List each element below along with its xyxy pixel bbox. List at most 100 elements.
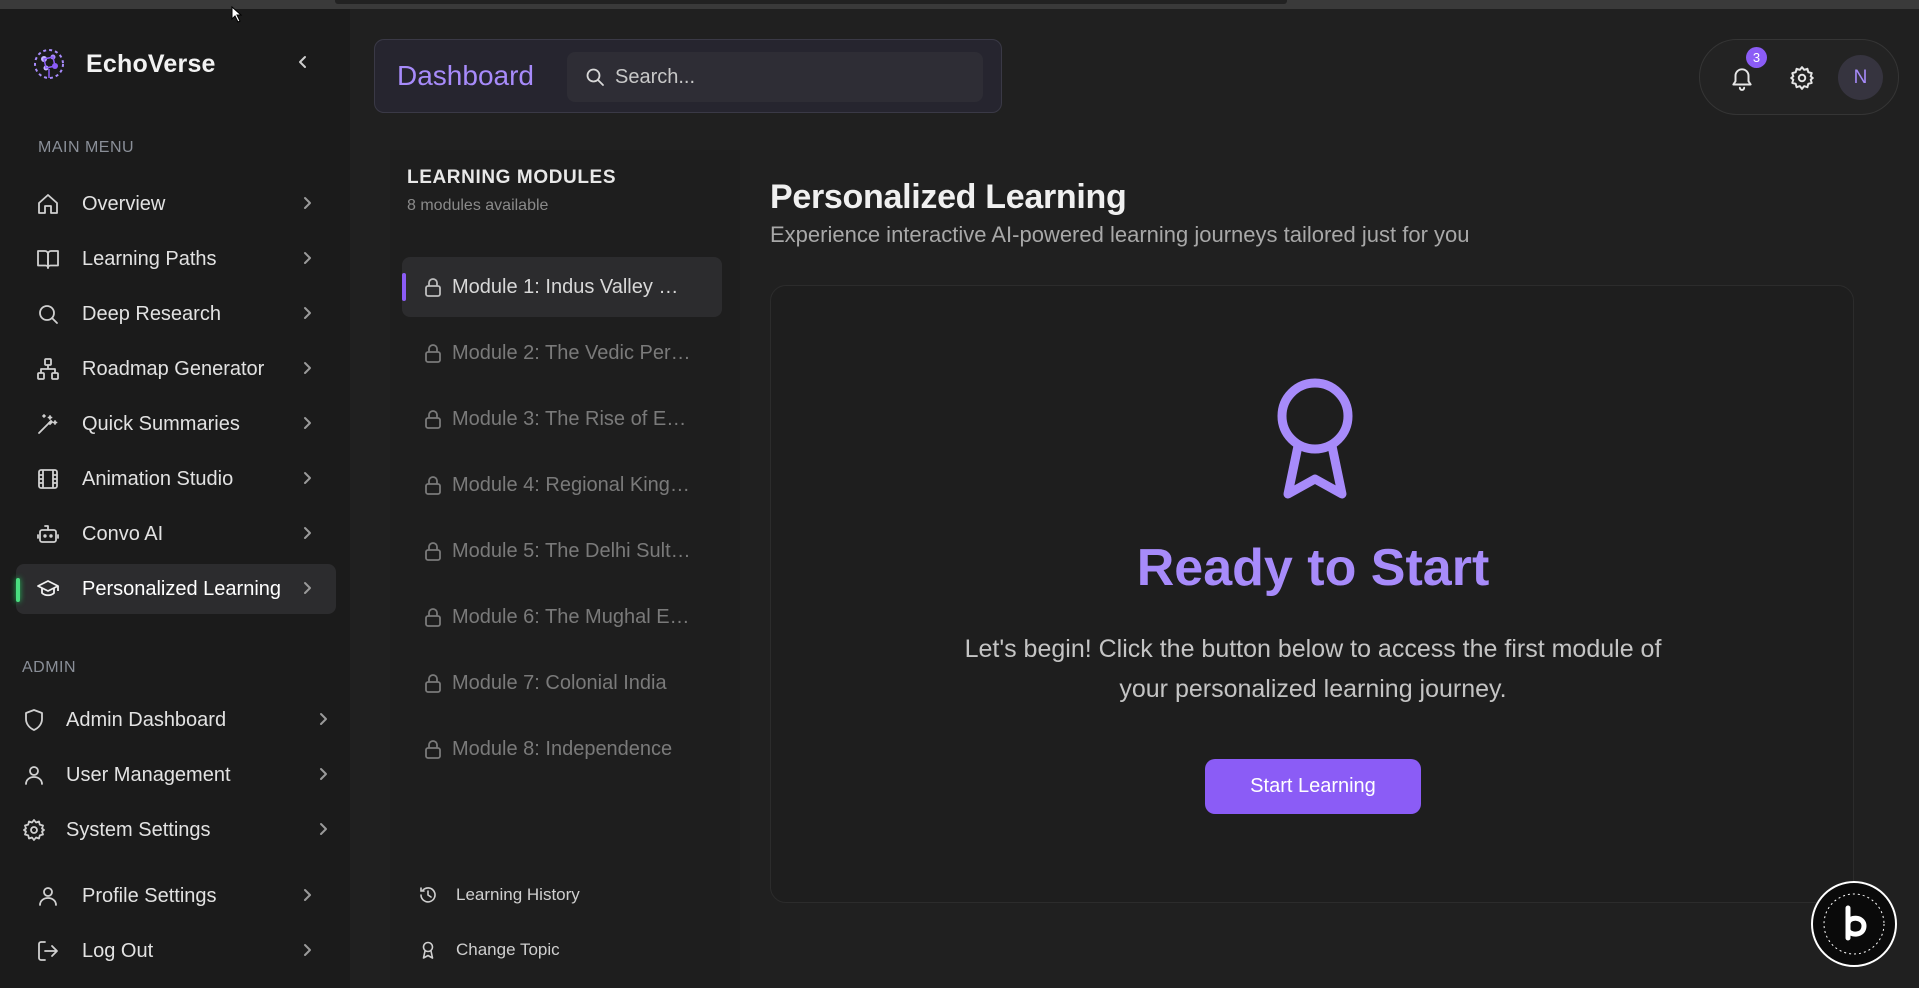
module-label: Module 8: Independence bbox=[452, 738, 673, 760]
sidebar-item-label: Quick Summaries bbox=[82, 413, 240, 435]
chevron-right-icon bbox=[304, 527, 311, 539]
module-item[interactable]: Module 5: The Delhi Sultanate bbox=[402, 521, 722, 581]
sidebar-item-label: Admin Dashboard bbox=[66, 709, 227, 731]
search-input[interactable] bbox=[615, 52, 965, 102]
lock-icon bbox=[425, 410, 441, 429]
bell-icon bbox=[1732, 68, 1752, 91]
main-menu-label: MAIN MENU bbox=[38, 139, 135, 156]
chevron-right-icon bbox=[304, 307, 311, 319]
lock-icon bbox=[425, 344, 441, 363]
notification-count-badge: 3 bbox=[1746, 47, 1767, 68]
start-card: Ready to Start Let's begin! Click the bu… bbox=[770, 285, 1854, 903]
module-item[interactable]: Module 1: Indus Valley Civilization bbox=[402, 257, 722, 317]
module-item[interactable]: Module 4: Regional Kingdoms bbox=[402, 455, 722, 515]
start-learning-button[interactable]: Start Learning bbox=[1205, 759, 1421, 814]
header-actions: 3 N bbox=[1699, 39, 1899, 115]
sidebar-item-personalized-learning[interactable]: Personalized Learning bbox=[16, 564, 336, 614]
shield-icon bbox=[25, 709, 43, 731]
module-label: Module 5: The Delhi Sultanate bbox=[452, 540, 692, 562]
magic-wand-icon bbox=[38, 414, 58, 434]
sidebar-item-label: Personalized Learning bbox=[82, 578, 282, 600]
sidebar-item-label: System Settings bbox=[66, 819, 211, 841]
chevron-right-icon bbox=[304, 472, 311, 484]
brand-name: EchoVerse bbox=[86, 49, 216, 78]
module-label: Module 6: The Mughal Empire bbox=[452, 606, 692, 628]
chevron-right-icon bbox=[320, 713, 327, 725]
sidebar-item-label: Overview bbox=[82, 193, 166, 215]
search-icon bbox=[586, 68, 604, 86]
mouse-cursor-icon bbox=[231, 5, 243, 23]
module-item[interactable]: Module 2: The Vedic Period bbox=[402, 323, 722, 383]
sidebar-item-overview[interactable]: Overview bbox=[16, 179, 336, 229]
collapse-sidebar-button[interactable] bbox=[290, 49, 316, 75]
sidebar: EchoVerse MAIN MENU Overview Learning Pa… bbox=[0, 9, 350, 988]
film-icon bbox=[38, 469, 58, 489]
sidebar-item-learning-paths[interactable]: Learning Paths bbox=[16, 234, 336, 284]
award-ribbon-icon bbox=[1277, 378, 1353, 499]
sidebar-item-profile-settings[interactable]: Profile Settings bbox=[16, 871, 336, 921]
graduation-cap-icon bbox=[37, 580, 59, 597]
modules-title: LEARNING MODULES bbox=[407, 167, 617, 188]
settings-button[interactable] bbox=[1782, 58, 1822, 98]
chevron-right-icon bbox=[304, 417, 311, 429]
sidebar-item-user-management[interactable]: User Management bbox=[16, 750, 336, 800]
ready-heading: Ready to Start bbox=[1136, 539, 1490, 597]
sidebar-item-system-settings[interactable]: System Settings bbox=[16, 805, 336, 855]
change-topic-label: Change Topic bbox=[456, 940, 560, 959]
search-box[interactable] bbox=[567, 52, 983, 102]
module-label: Module 7: Colonial India bbox=[452, 672, 667, 694]
header-bar: Dashboard bbox=[374, 39, 1002, 113]
sidebar-item-label: Deep Research bbox=[82, 303, 221, 325]
chevron-right-icon bbox=[304, 252, 311, 264]
book-open-icon bbox=[37, 250, 59, 269]
module-item[interactable]: Module 8: Independence bbox=[402, 719, 722, 779]
brand[interactable]: EchoVerse bbox=[30, 45, 216, 83]
sidebar-item-label: Convo AI bbox=[82, 523, 164, 545]
ready-description-line: Let's begin! Click the button below to a… bbox=[964, 635, 1662, 663]
chevron-right-icon bbox=[320, 823, 327, 835]
chevron-right-icon bbox=[304, 362, 311, 374]
avatar[interactable]: N bbox=[1838, 55, 1883, 100]
chevron-right-icon bbox=[304, 889, 311, 901]
home-icon bbox=[38, 194, 58, 214]
lock-icon bbox=[425, 674, 441, 693]
chevron-right-icon bbox=[320, 768, 327, 780]
lock-icon bbox=[425, 740, 441, 759]
page-title[interactable]: Dashboard bbox=[397, 60, 534, 92]
module-item[interactable]: Module 3: The Rise of Empires bbox=[402, 389, 722, 449]
sidebar-item-log-out[interactable]: Log Out bbox=[16, 926, 336, 976]
bolt-badge-logo[interactable] bbox=[1810, 880, 1898, 968]
sidebar-item-label: User Management bbox=[66, 764, 231, 786]
admin-section-label: ADMIN bbox=[22, 659, 77, 676]
sidebar-item-animation-studio[interactable]: Animation Studio bbox=[16, 454, 336, 504]
sidebar-item-label: Animation Studio bbox=[82, 468, 234, 490]
gear-icon bbox=[1790, 66, 1814, 90]
browser-top-strip bbox=[0, 0, 1919, 9]
sidebar-item-label: Log Out bbox=[82, 940, 154, 962]
sidebar-item-convo-ai[interactable]: Convo AI bbox=[16, 509, 336, 559]
module-label: Module 4: Regional Kingdoms bbox=[452, 474, 692, 496]
sidebar-item-deep-research[interactable]: Deep Research bbox=[16, 289, 336, 339]
sidebar-item-roadmap-generator[interactable]: Roadmap Generator bbox=[16, 344, 336, 394]
lock-icon bbox=[425, 542, 441, 561]
chevron-right-icon bbox=[304, 582, 311, 594]
brain-logo-icon bbox=[34, 49, 64, 79]
browser-tab-bar bbox=[335, 0, 1287, 4]
bot-icon bbox=[37, 525, 59, 543]
user-icon bbox=[39, 887, 57, 906]
module-item[interactable]: Module 6: The Mughal Empire bbox=[402, 587, 722, 647]
sidebar-item-label: Roadmap Generator bbox=[82, 358, 265, 380]
main-subtitle: Experience interactive AI-powered learni… bbox=[770, 222, 1470, 247]
ready-description-line: your personalized learning journey. bbox=[1119, 675, 1507, 703]
chevron-right-icon bbox=[304, 197, 311, 209]
sidebar-item-label: Learning Paths bbox=[82, 248, 217, 270]
award-icon bbox=[422, 941, 434, 959]
history-icon bbox=[420, 887, 436, 903]
lock-icon bbox=[425, 476, 441, 495]
module-item[interactable]: Module 7: Colonial India bbox=[402, 653, 722, 713]
sidebar-item-label: Profile Settings bbox=[82, 885, 217, 907]
sidebar-item-quick-summaries[interactable]: Quick Summaries bbox=[16, 399, 336, 449]
lock-icon bbox=[425, 608, 441, 627]
sidebar-item-admin-dashboard[interactable]: Admin Dashboard bbox=[16, 695, 336, 745]
gear-icon bbox=[23, 819, 45, 841]
